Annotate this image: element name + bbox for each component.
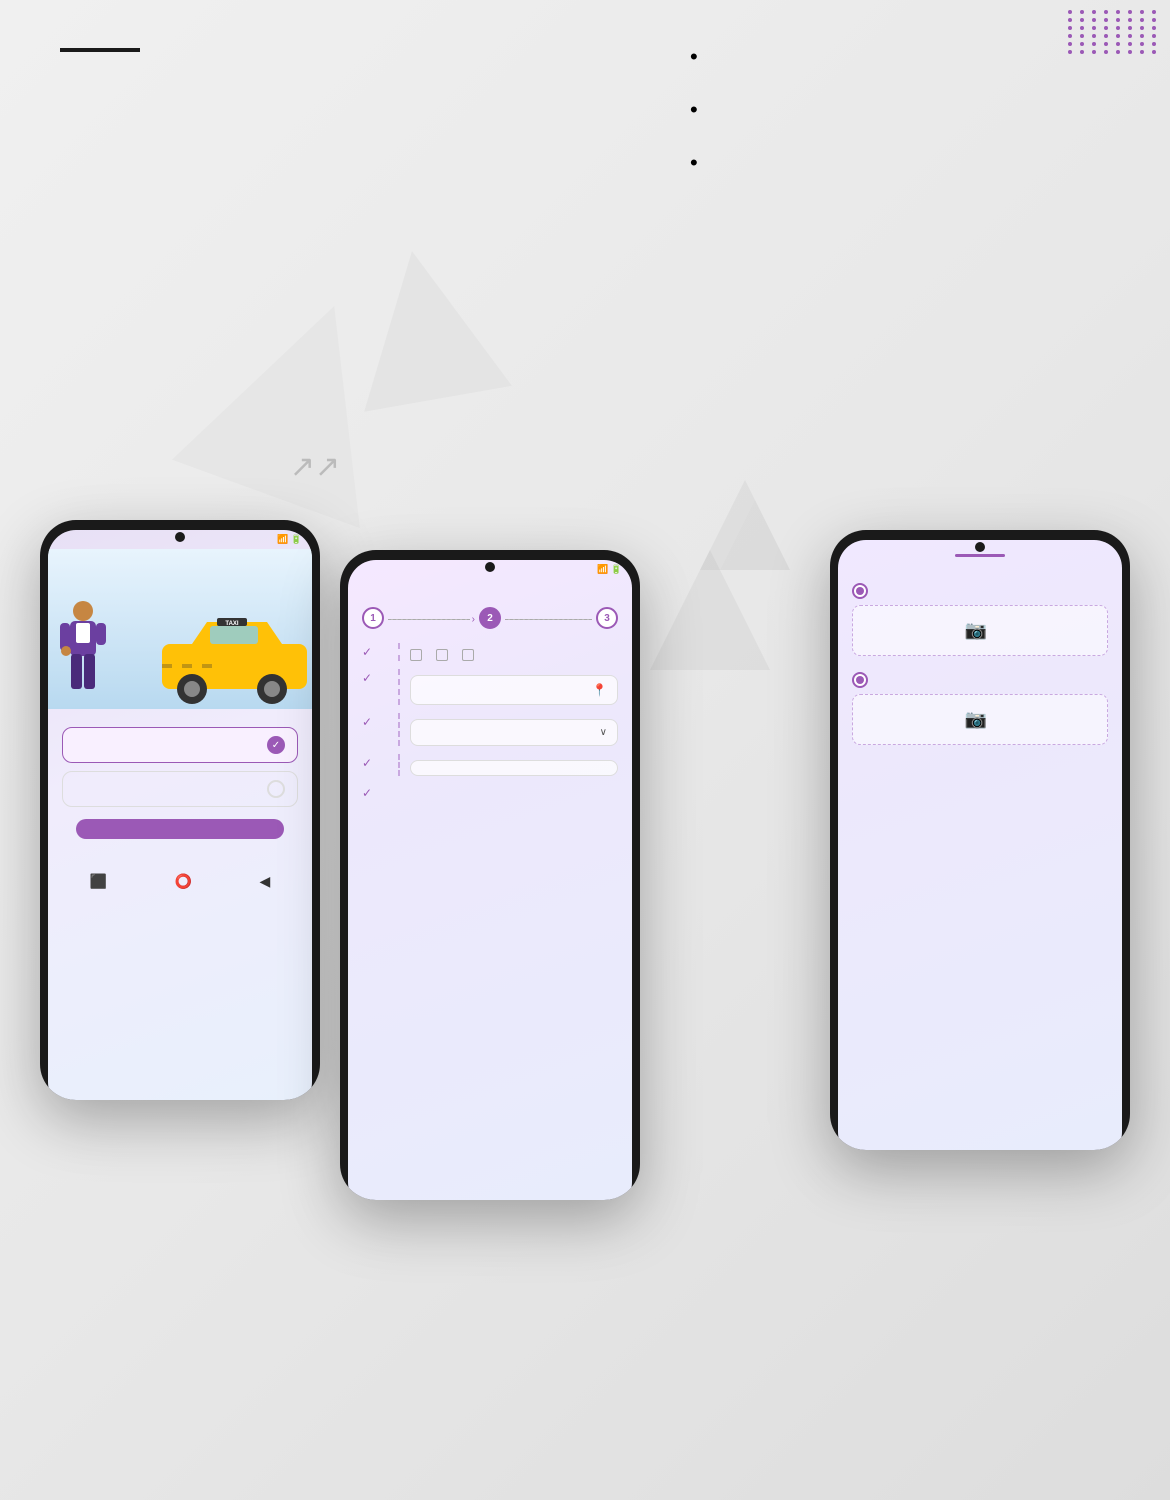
svg-text:TAXI: TAXI — [225, 621, 239, 627]
step-connector-1: › — [388, 614, 475, 625]
taxi-checkbox[interactable] — [410, 649, 426, 661]
step-indicator: 1 › 2 3 — [348, 599, 632, 639]
delivery-checkbox-sq — [436, 649, 448, 661]
vehicle-model-section: ✓ — [348, 780, 632, 804]
step-1-circle: 1 — [362, 607, 384, 629]
feature-upload-docs — [690, 93, 1110, 126]
rc-book-radio — [852, 672, 868, 688]
vehicle-type-check-icon: ✓ — [362, 715, 372, 729]
step-arrow-icon: › — [472, 614, 475, 625]
service-location-content: 📍 — [398, 669, 618, 705]
phone-3: 📷 📷 — [830, 530, 1130, 1150]
rc-book-upload[interactable]: 📷 — [852, 694, 1108, 745]
location-pin-icon: 📍 — [592, 683, 607, 697]
features-list — [690, 40, 1110, 199]
step-2-group: 2 — [479, 607, 501, 631]
step-line-2 — [505, 619, 592, 620]
register-options-row — [410, 649, 618, 661]
register-check-icon: ✓ — [362, 645, 372, 659]
vehicle-make-section: ✓ — [348, 750, 632, 780]
nav-circle-icon[interactable]: ⭕ — [175, 873, 192, 890]
phone-1-inner: 📶 🔋 — [48, 530, 312, 1100]
driving-license-radio — [852, 583, 868, 599]
phone-2-icons: 📶 🔋 — [597, 564, 622, 575]
nav-square-icon[interactable]: ⬛ — [90, 873, 107, 890]
register-for-content — [398, 643, 618, 661]
location-check-icon: ✓ — [362, 671, 372, 685]
rc-book-header — [852, 672, 1108, 688]
feature-vehicle-info — [690, 40, 1110, 73]
step-2-circle: 2 — [479, 607, 501, 629]
phone-1-hero: TAXI — [48, 549, 312, 709]
rc-book-section: 📷 — [838, 664, 1122, 753]
vehicle-type-section: ✓ ∨ — [348, 709, 632, 750]
driver-option[interactable] — [62, 727, 298, 763]
vehicle-model-check-icon: ✓ — [362, 786, 372, 800]
bg-shape-2 — [338, 238, 512, 412]
phone-2-dot — [485, 562, 495, 572]
vehicle-model-content — [378, 784, 618, 790]
chevron-down-icon: ∨ — [600, 727, 607, 738]
person-illustration — [58, 599, 108, 709]
phone-1-nav: ⬛ ⭕ ◀ — [48, 865, 312, 898]
feature-elegant-process — [690, 146, 1110, 179]
both-checkbox-sq — [462, 649, 474, 661]
welcome-section — [348, 591, 632, 599]
camera-icon: 📷 — [965, 620, 987, 641]
step-1-group: 1 — [362, 607, 384, 631]
document-tab-line — [955, 554, 1005, 557]
vehicle-type-content: ∨ — [398, 713, 618, 746]
camera-icon-2: 📷 — [965, 709, 987, 730]
step-3-group: 3 — [596, 607, 618, 631]
taxi-illustration: TAXI — [152, 614, 312, 709]
phone-1-icons: 📶 🔋 — [277, 534, 302, 545]
title-underline — [60, 48, 140, 52]
delivery-checkbox[interactable] — [436, 649, 452, 661]
service-location-input[interactable]: 📍 — [410, 675, 618, 705]
taxi-checkbox-sq — [410, 649, 422, 661]
register-for-section: ✓ — [348, 639, 632, 665]
arrow-decoration: ↙↙ — [290, 450, 340, 485]
phones-container: 📶 🔋 — [0, 520, 1170, 1200]
both-checkbox[interactable] — [462, 649, 478, 661]
nav-back-icon[interactable]: ◀ — [259, 873, 270, 890]
required-info-header — [348, 579, 632, 591]
driving-license-section: 📷 — [838, 575, 1122, 664]
phone-3-inner: 📷 📷 — [838, 540, 1122, 1150]
owner-radio — [267, 780, 285, 798]
vehicle-make-check-icon: ✓ — [362, 756, 372, 770]
driving-license-header — [852, 583, 1108, 599]
driving-license-upload[interactable]: 📷 — [852, 605, 1108, 656]
phone-2: 📶 🔋 1 › — [340, 550, 640, 1200]
owner-option[interactable] — [62, 771, 298, 807]
driver-radio — [267, 736, 285, 754]
phone-1: 📶 🔋 — [40, 520, 320, 1100]
vehicle-type-dropdown[interactable]: ∨ — [410, 719, 618, 746]
vehicle-make-input[interactable] — [410, 760, 618, 776]
service-location-section: ✓ 📍 — [348, 665, 632, 709]
step-3-circle: 3 — [596, 607, 618, 629]
vehicle-make-content — [398, 754, 618, 776]
step-line-1 — [388, 619, 470, 620]
continue-button[interactable] — [76, 819, 284, 839]
account-section — [48, 709, 312, 861]
phone-2-inner: 📶 🔋 1 › — [348, 560, 632, 1200]
phone-1-dot — [175, 532, 185, 542]
phone-3-dot — [975, 542, 985, 552]
